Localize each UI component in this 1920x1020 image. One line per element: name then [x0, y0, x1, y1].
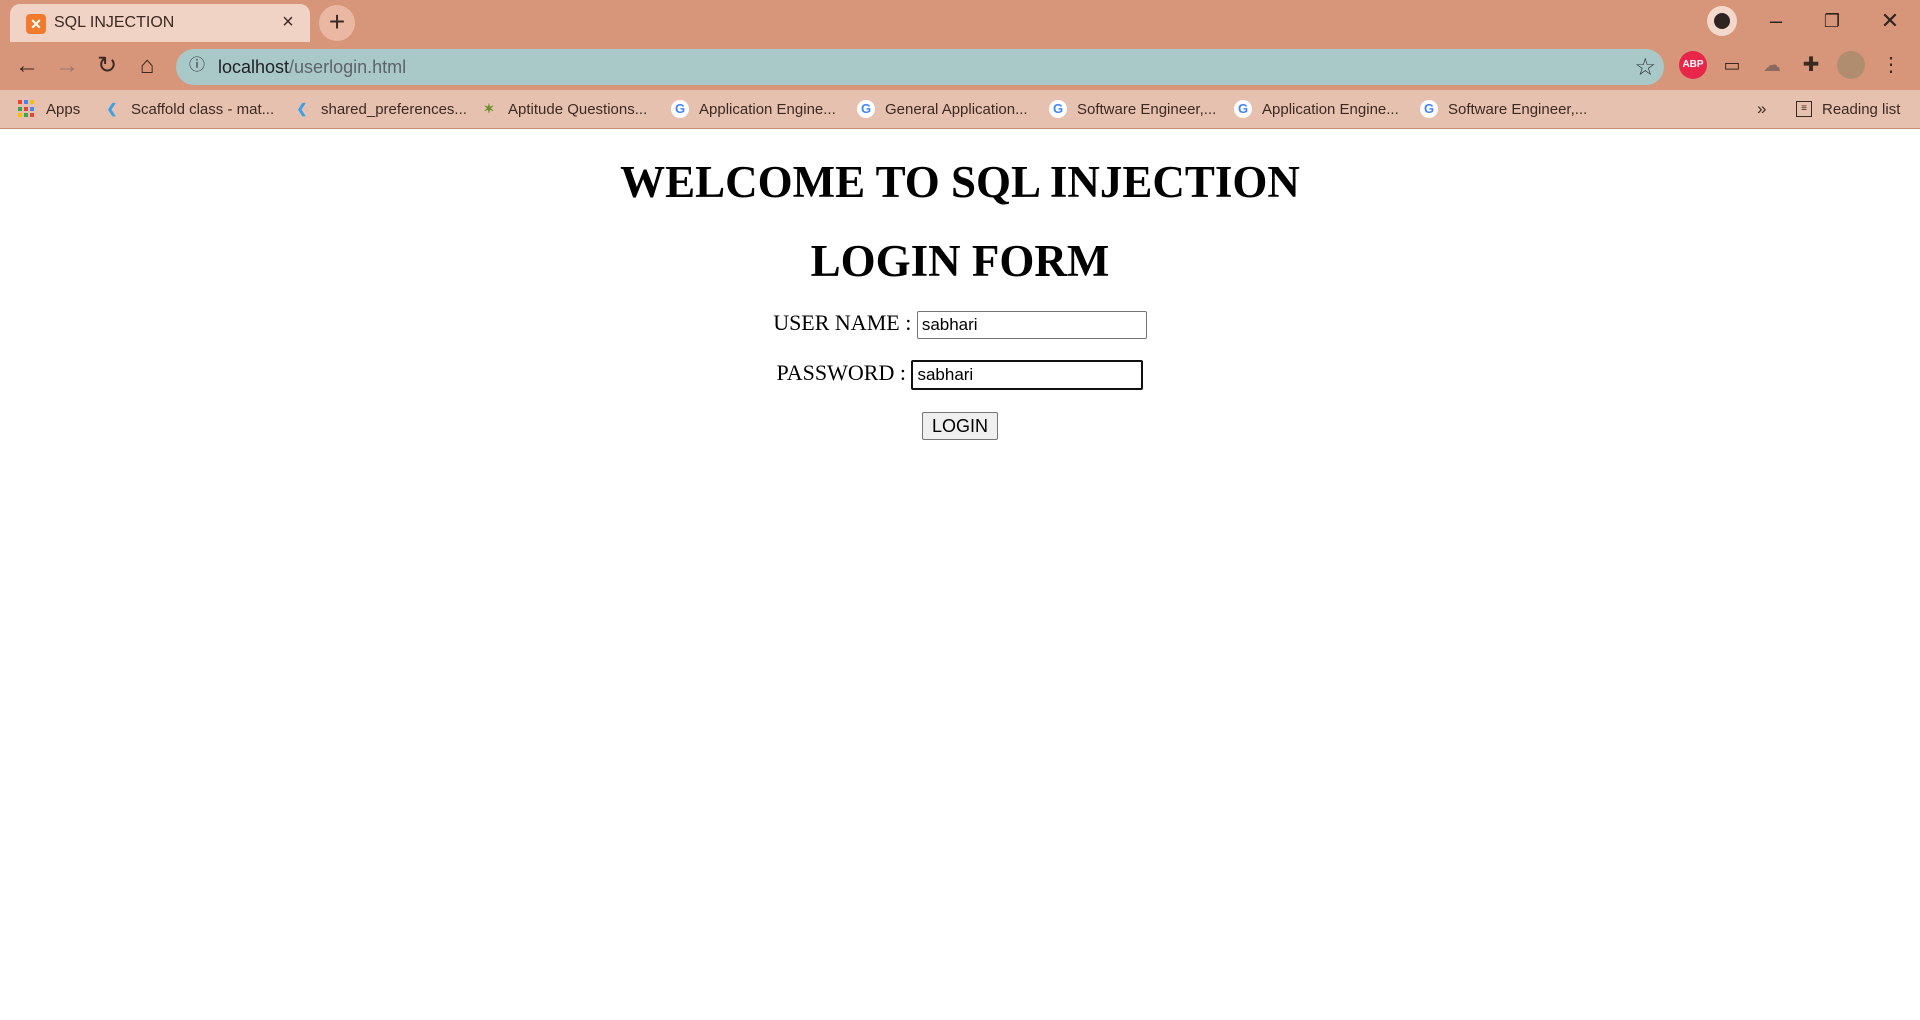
forward-button[interactable]: →: [50, 49, 84, 83]
reload-button[interactable]: ↻: [90, 49, 124, 83]
back-button[interactable]: ←: [10, 49, 44, 83]
aptitude-icon: ✶: [483, 101, 495, 116]
site-info-icon[interactable]: ⓘ: [186, 55, 208, 77]
flutter-icon: ❮: [296, 101, 308, 116]
google-icon: G: [1420, 100, 1438, 118]
page-content: WELCOME TO SQL INJECTION LOGIN FORM USER…: [0, 129, 1920, 1020]
home-button[interactable]: ⌂: [130, 49, 164, 83]
bookmark-label: Software Engineer,...: [1077, 100, 1217, 118]
cast-icon[interactable]: ▭: [1718, 51, 1746, 79]
url-host: localhost: [218, 57, 290, 77]
restore-button[interactable]: ❐: [1812, 6, 1852, 36]
bookmark-star-icon[interactable]: ☆: [1634, 53, 1656, 82]
profile-avatar[interactable]: [1837, 51, 1865, 79]
google-icon: G: [857, 100, 875, 118]
google-icon: G: [1234, 100, 1252, 118]
xampp-icon: ✕: [26, 14, 46, 34]
bookmark-item[interactable]: G Application Engine...: [671, 98, 836, 120]
bookmark-label: Software Engineer,...: [1448, 100, 1588, 118]
password-input[interactable]: [911, 360, 1144, 390]
bookmark-item[interactable]: G Software Engineer,...: [1049, 98, 1216, 120]
password-label: PASSWORD :: [776, 360, 906, 386]
bookmark-label: Aptitude Questions...: [508, 100, 648, 118]
google-icon: G: [1049, 100, 1067, 118]
tab-strip: ✕ SQL INJECTION × + – ❐ ✕: [0, 0, 1920, 42]
bookmark-label: Application Engine...: [1262, 100, 1399, 118]
tab-search-icon[interactable]: [1707, 6, 1737, 36]
reading-list-label: Reading list: [1822, 100, 1901, 118]
bookmark-label: Application Engine...: [699, 100, 836, 118]
more-bookmarks-button[interactable]: »: [1757, 98, 1766, 120]
browser-toolbar: ← → ↻ ⌂ ⓘ localhost/userlogin.html ☆ ABP…: [0, 42, 1920, 88]
minimize-button[interactable]: –: [1756, 6, 1796, 36]
new-tab-button[interactable]: +: [319, 5, 355, 41]
adblock-icon[interactable]: ABP: [1679, 51, 1707, 79]
bookmark-label: General Application...: [885, 100, 1028, 118]
login-button[interactable]: LOGIN: [922, 412, 998, 440]
window-close-button[interactable]: ✕: [1870, 6, 1910, 36]
extension-cloud-icon[interactable]: ☁: [1758, 51, 1786, 79]
username-label: USER NAME :: [773, 310, 912, 335]
bookmark-item[interactable]: G Software Engineer,...: [1420, 98, 1587, 120]
bookmark-apps[interactable]: Apps: [18, 98, 80, 120]
reading-list-button[interactable]: ≡ Reading list: [1796, 98, 1900, 120]
tab-title: SQL INJECTION: [54, 14, 175, 31]
google-icon: G: [671, 100, 689, 118]
bookmark-item[interactable]: ❮ shared_preferences...: [293, 98, 467, 120]
bookmarks-bar: Apps ❮ Scaffold class - mat... ❮ shared_…: [0, 90, 1920, 128]
bookmark-label: shared_preferences...: [321, 100, 467, 118]
menu-kebab-icon[interactable]: ⋮: [1877, 51, 1905, 79]
extensions-puzzle-icon[interactable]: ✚: [1797, 51, 1825, 79]
address-bar[interactable]: ⓘ localhost/userlogin.html ☆: [176, 49, 1664, 85]
username-input[interactable]: [916, 310, 1147, 339]
bookmark-item[interactable]: ✶ Aptitude Questions...: [480, 98, 648, 120]
password-row: PASSWORD :: [0, 360, 1920, 390]
url-text[interactable]: localhost/userlogin.html: [218, 57, 406, 78]
bookmark-item[interactable]: G Application Engine...: [1234, 98, 1399, 120]
close-tab-icon[interactable]: ×: [276, 10, 300, 34]
bookmark-label: Apps: [46, 100, 81, 118]
browser-chrome: ✕ SQL INJECTION × + – ❐ ✕ ← → ↻ ⌂ ⓘ loca…: [0, 0, 1920, 129]
apps-icon: [18, 100, 36, 118]
bookmark-item[interactable]: ❮ Scaffold class - mat...: [103, 98, 275, 120]
reading-list-icon: ≡: [1796, 101, 1812, 117]
page-title: WELCOME TO SQL INJECTION: [620, 157, 1300, 207]
username-row: USER NAME :: [0, 310, 1920, 339]
flutter-icon: ❮: [106, 101, 118, 116]
bookmark-item[interactable]: G General Application...: [857, 98, 1028, 120]
url-path: /userlogin.html: [289, 57, 407, 77]
form-title: LOGIN FORM: [810, 236, 1110, 286]
bookmark-label: Scaffold class - mat...: [131, 100, 275, 118]
tab-active[interactable]: ✕ SQL INJECTION ×: [10, 4, 310, 42]
